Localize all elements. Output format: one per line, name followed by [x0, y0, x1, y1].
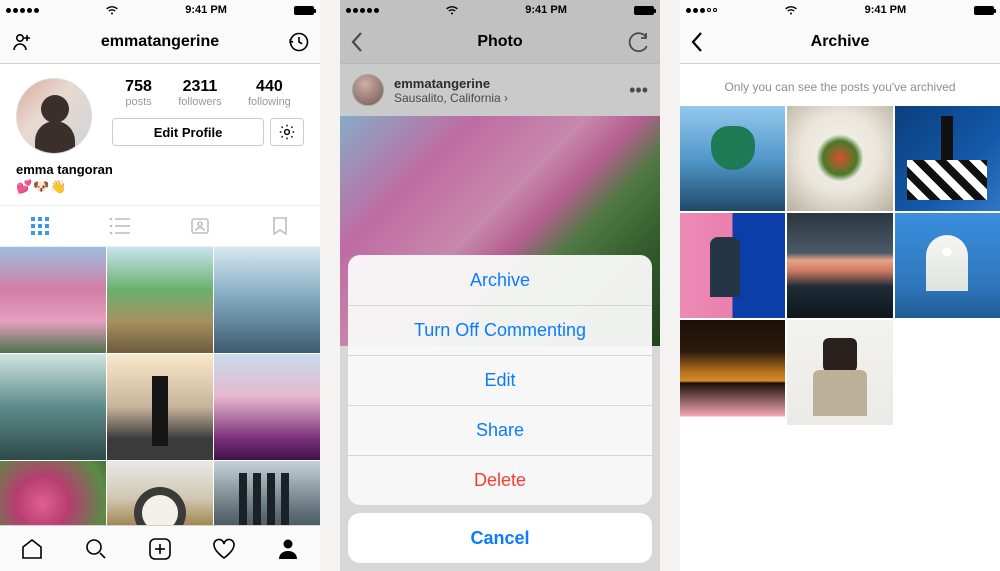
stat-posts[interactable]: 758 posts	[125, 78, 152, 108]
gear-icon[interactable]	[270, 118, 304, 146]
wifi-icon	[785, 6, 797, 15]
display-name: emma tangoran	[16, 162, 304, 177]
clock-history-icon[interactable]	[288, 31, 310, 53]
stat-following[interactable]: 440 following	[248, 78, 291, 108]
view-tabstrip	[0, 205, 320, 247]
battery-icon	[974, 6, 994, 15]
action-sheet-overlay[interactable]: Archive Turn Off Commenting Edit Share D…	[340, 0, 660, 571]
avatar[interactable]	[16, 78, 92, 154]
archive-thumb[interactable]	[787, 213, 892, 318]
profile-header: 758 posts 2311 followers 440 following E…	[0, 64, 320, 162]
grid-thumb[interactable]	[214, 354, 320, 460]
status-bar: 9:41 PM	[0, 0, 320, 20]
sheet-turn-off-commenting[interactable]: Turn Off Commenting	[348, 305, 652, 355]
archive-thumb[interactable]	[895, 106, 1000, 211]
grid-thumb[interactable]	[107, 247, 213, 353]
tab-bookmark[interactable]	[240, 206, 320, 246]
sheet-edit[interactable]: Edit	[348, 355, 652, 405]
status-time: 9:41 PM	[865, 4, 907, 16]
sheet-archive[interactable]: Archive	[348, 255, 652, 305]
bio-emoji: 💕🐶👋	[16, 179, 304, 195]
archive-thumb[interactable]	[680, 320, 785, 425]
status-time: 9:41 PM	[185, 4, 227, 16]
profile-navbar: emmatangerine	[0, 20, 320, 64]
archive-thumb[interactable]	[787, 320, 892, 425]
sheet-cancel[interactable]: Cancel	[348, 513, 652, 563]
archive-thumb[interactable]	[680, 106, 785, 211]
tabbar	[0, 525, 320, 571]
archive-navbar: Archive	[680, 20, 1000, 64]
archive-grid	[680, 106, 1000, 425]
screen-archive: 9:41 PM Archive Only you can see the pos…	[680, 0, 1000, 571]
navbar-title: Archive	[811, 33, 870, 51]
grid-thumb[interactable]	[214, 247, 320, 353]
grid-thumb[interactable]	[0, 247, 106, 353]
archive-note: Only you can see the posts you've archiv…	[680, 64, 1000, 106]
signal-dots	[686, 8, 717, 13]
chevron-left-icon[interactable]	[690, 31, 704, 53]
action-sheet: Archive Turn Off Commenting Edit Share D…	[348, 255, 652, 563]
wifi-icon	[106, 6, 118, 15]
screen-profile: 9:41 PM emmatangerine 758 posts	[0, 0, 320, 571]
grid-thumb[interactable]	[107, 354, 213, 460]
status-bar: 9:41 PM	[680, 0, 1000, 20]
navbar-title: emmatangerine	[101, 33, 219, 51]
add-person-icon[interactable]	[10, 32, 32, 52]
profile-grid	[0, 247, 320, 567]
archive-thumb[interactable]	[895, 213, 1000, 318]
sheet-delete[interactable]: Delete	[348, 455, 652, 505]
search-icon[interactable]	[64, 526, 128, 571]
activity-icon[interactable]	[192, 526, 256, 571]
tab-list[interactable]	[80, 206, 160, 246]
home-icon[interactable]	[0, 526, 64, 571]
battery-icon	[294, 6, 314, 15]
stat-followers[interactable]: 2311 followers	[178, 78, 221, 108]
edit-profile-button[interactable]: Edit Profile	[112, 118, 264, 146]
archive-thumb[interactable]	[787, 106, 892, 211]
new-post-icon[interactable]	[128, 526, 192, 571]
signal-dots	[6, 8, 39, 13]
profile-icon[interactable]	[256, 526, 320, 571]
sheet-share[interactable]: Share	[348, 405, 652, 455]
tab-tagged[interactable]	[160, 206, 240, 246]
tab-grid[interactable]	[0, 206, 80, 246]
archive-thumb[interactable]	[680, 213, 785, 318]
screen-photo-actions: 9:41 PM Photo emmatangerine Sausalito, C…	[340, 0, 660, 571]
grid-thumb[interactable]	[0, 354, 106, 460]
bio: emma tangoran 💕🐶👋	[0, 162, 320, 205]
